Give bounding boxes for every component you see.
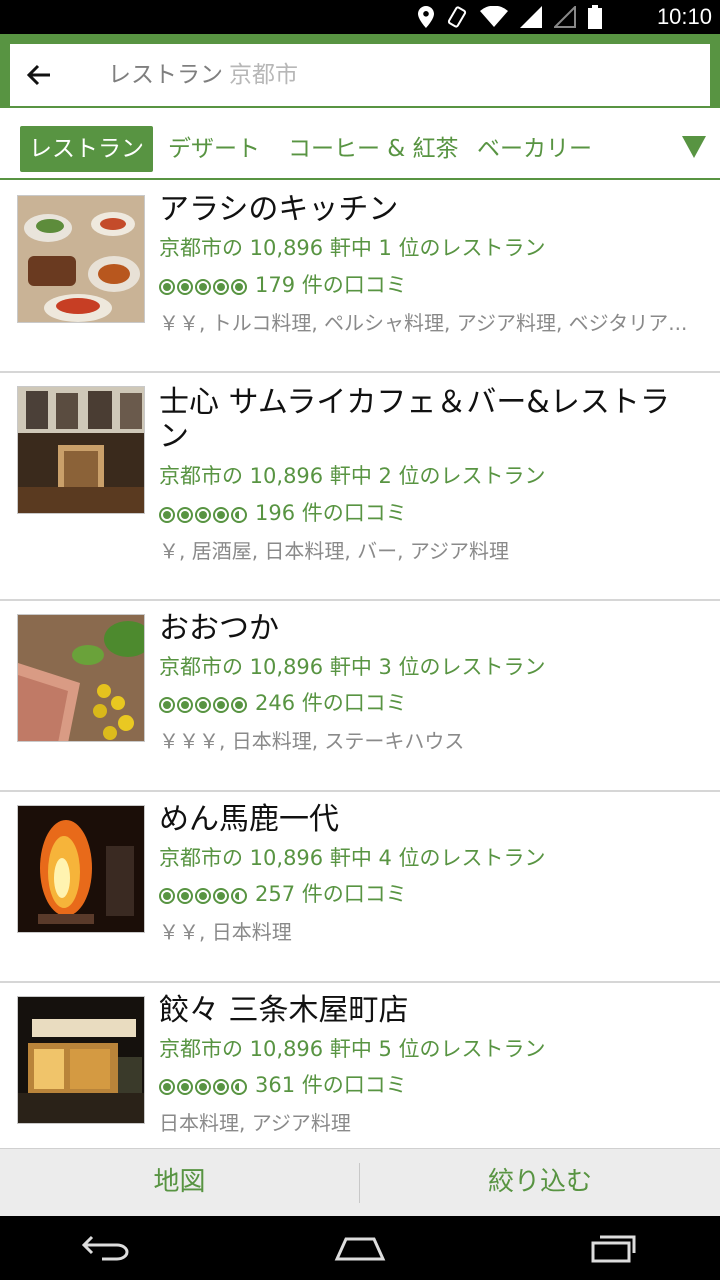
rating-bubble-icon [195, 507, 211, 523]
rating-bubbles [159, 507, 247, 523]
nav-back-button[interactable] [76, 1228, 136, 1268]
rating-bubble-icon [213, 1079, 229, 1095]
restaurant-tags: ￥￥, トルコ料理, ペルシャ料理, アジア料理, ベジタリア... [159, 311, 688, 335]
rating-bubble-icon [231, 1079, 247, 1095]
list-item[interactable]: おおつか 京都市の 10,896 軒中 3 位のレストラン 246 件の口コミ … [0, 601, 720, 792]
rating-bubble-icon [213, 507, 229, 523]
restaurant-name: めん馬鹿一代 [159, 802, 339, 837]
search-query: レストラン [108, 62, 223, 88]
navigation-bar [0, 1216, 720, 1280]
tab-coffee-tea[interactable]: コーヒー & 紅茶 [288, 126, 459, 172]
rating-bubble-icon [177, 507, 193, 523]
rating-bubble-icon [213, 697, 229, 713]
list-item[interactable]: 餃々 三条木屋町店 京都市の 10,896 軒中 5 位のレストラン 361 件… [0, 983, 720, 1148]
rating-bubble-icon [195, 279, 211, 295]
rating-bubble-icon [159, 1079, 175, 1095]
search-input[interactable]: レストラン 京都市 [108, 58, 298, 92]
category-tabs: レストラン デザート コーヒー & 紅茶 ベーカリー [0, 108, 720, 180]
restaurant-photo [17, 614, 145, 742]
rating-bubbles [159, 279, 247, 295]
restaurant-name: アラシのキッチン [159, 192, 399, 227]
rating-bubble-icon [231, 279, 247, 295]
filter-button[interactable]: 絞り込む [360, 1149, 720, 1217]
wifi-icon [480, 6, 508, 27]
rating-row: 179 件の口コミ [159, 271, 407, 299]
bottom-action-bar: 地図 絞り込む [0, 1148, 720, 1216]
rating-row: 246 件の口コミ [159, 689, 407, 717]
review-count: 196 件の口コミ [255, 501, 407, 525]
list-item[interactable]: めん馬鹿一代 京都市の 10,896 軒中 4 位のレストラン 257 件の口コ… [0, 792, 720, 983]
tab-restaurant[interactable]: レストラン [20, 126, 153, 172]
rating-bubble-icon [195, 1079, 211, 1095]
rating-bubble-icon [159, 507, 175, 523]
restaurant-tags: ￥￥, 日本料理 [159, 920, 292, 944]
review-count: 361 件の口コミ [255, 1073, 407, 1097]
search-header: レストラン 京都市 [0, 34, 720, 108]
list-item[interactable]: アラシのキッチン 京都市の 10,896 軒中 1 位のレストラン 179 件の… [0, 180, 720, 373]
rating-bubble-icon [195, 697, 211, 713]
rating-bubble-icon [159, 697, 175, 713]
rating-row: 196 件の口コミ [159, 499, 407, 527]
review-count: 179 件の口コミ [255, 273, 407, 297]
map-button[interactable]: 地図 [0, 1149, 359, 1217]
home-icon [334, 1237, 386, 1261]
status-time: 10:10 [656, 4, 712, 29]
rating-bubbles [159, 1079, 247, 1095]
review-count: 246 件の口コミ [255, 691, 407, 715]
rating-bubble-icon [177, 1079, 193, 1095]
rating-bubble-icon [213, 888, 229, 904]
restaurant-photo [17, 996, 145, 1124]
nav-recents-button[interactable] [584, 1228, 644, 1268]
restaurant-name: 餃々 三条木屋町店 [159, 993, 409, 1028]
restaurant-rank: 京都市の 10,896 軒中 4 位のレストラン [159, 846, 546, 870]
rating-bubble-icon [177, 697, 193, 713]
status-icons [418, 5, 602, 29]
search-box[interactable]: レストラン 京都市 [10, 44, 710, 106]
rating-bubble-icon [177, 888, 193, 904]
rating-row: 361 件の口コミ [159, 1071, 407, 1099]
back-icon [82, 1235, 129, 1261]
restaurant-name: おおつか [159, 611, 279, 646]
rating-bubble-icon [231, 697, 247, 713]
rating-bubble-icon [177, 279, 193, 295]
rating-bubble-icon [159, 279, 175, 295]
review-count: 257 件の口コミ [255, 882, 407, 906]
restaurant-photo [17, 195, 145, 323]
rating-bubble-icon [213, 279, 229, 295]
restaurant-rank: 京都市の 10,896 軒中 3 位のレストラン [159, 655, 546, 679]
rating-bubble-icon [231, 888, 247, 904]
restaurant-tags: ￥￥￥, 日本料理, ステーキハウス [159, 729, 465, 753]
restaurant-tags: 日本料理, アジア料理 [159, 1111, 351, 1135]
status-bar: 10:10 [0, 0, 720, 34]
recents-icon [591, 1235, 636, 1263]
expand-tabs-icon[interactable] [682, 136, 706, 158]
tab-dessert[interactable]: デザート [168, 126, 260, 172]
rating-bubbles [159, 697, 247, 713]
signal-empty-icon [554, 6, 576, 28]
rating-bubble-icon [195, 888, 211, 904]
rating-bubble-icon [231, 507, 247, 523]
restaurant-rank: 京都市の 10,896 軒中 2 位のレストラン [159, 464, 546, 488]
nav-home-button[interactable] [330, 1228, 390, 1268]
restaurant-name: 士心 サムライカフェ＆バー&レストラン [159, 385, 670, 454]
rating-row: 257 件の口コミ [159, 880, 407, 908]
rotate-icon [447, 6, 467, 28]
restaurant-photo [17, 805, 145, 933]
tab-bakery[interactable]: ベーカリー [477, 126, 592, 172]
search-location: 京都市 [229, 62, 298, 88]
signal-icon [520, 6, 542, 28]
restaurant-rank: 京都市の 10,896 軒中 5 位のレストラン [159, 1037, 546, 1061]
location-icon [418, 6, 434, 28]
restaurant-tags: ￥, 居酒屋, 日本料理, バー, アジア料理 [159, 539, 510, 563]
list-item[interactable]: 士心 サムライカフェ＆バー&レストラン 京都市の 10,896 軒中 2 位のレ… [0, 373, 720, 601]
arrow-back-icon [26, 64, 50, 86]
back-button[interactable] [22, 58, 56, 92]
battery-icon [588, 5, 602, 29]
rating-bubbles [159, 888, 247, 904]
rating-bubble-icon [159, 888, 175, 904]
restaurant-photo [17, 386, 145, 514]
restaurant-rank: 京都市の 10,896 軒中 1 位のレストラン [159, 236, 546, 260]
